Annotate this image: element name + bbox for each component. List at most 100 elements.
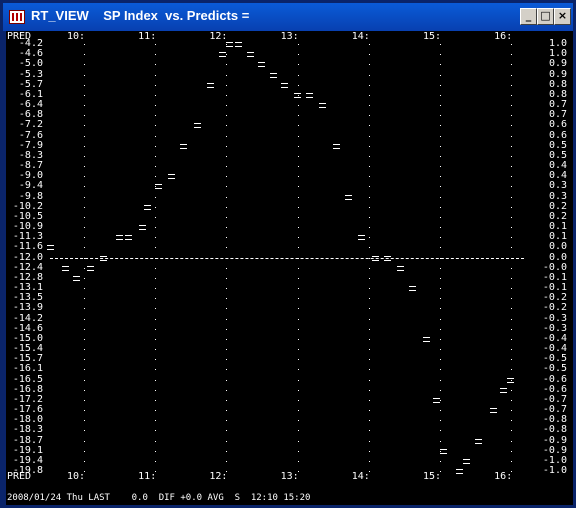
grid-dot [511, 217, 513, 218]
grid-dot [84, 54, 85, 55]
x-bottom-tick-label: 14: [351, 471, 370, 482]
grid-dot [155, 268, 157, 269]
grid-dot [440, 268, 441, 269]
grid-dot [297, 115, 299, 116]
grid-dot [368, 227, 370, 228]
grid-dot [84, 95, 85, 96]
grid-dot [368, 247, 370, 248]
grid-dot [368, 288, 370, 289]
grid-dot [297, 390, 299, 391]
grid-dot [440, 75, 441, 76]
grid-dot [84, 166, 85, 167]
grid-dot [155, 380, 157, 381]
grid-dot [297, 247, 299, 248]
data-point-marker [384, 256, 391, 261]
grid-dot [155, 441, 157, 442]
grid-dot [511, 400, 513, 401]
y-right-tick-label: -0.8 [542, 424, 567, 436]
grid-dot [226, 359, 228, 360]
grid-dot [226, 349, 228, 350]
grid-dot [84, 298, 85, 299]
data-point-marker [116, 235, 123, 240]
grid-dot [84, 319, 85, 320]
grid-dot [440, 186, 441, 187]
grid-dot [297, 268, 299, 269]
grid-dot [155, 461, 157, 462]
grid-dot [226, 410, 228, 411]
grid-dot [511, 329, 513, 330]
grid-dot [440, 461, 441, 462]
grid-dot [440, 197, 441, 198]
grid-dot [511, 258, 513, 259]
status-bar: 2008/01/24 Thu LAST 0.0 DIF +0.0 AVG S 1… [7, 493, 311, 503]
grid-dot [440, 339, 441, 340]
y-left-tick-label: -11.6 [12, 241, 43, 253]
app-chart-icon[interactable] [9, 10, 25, 24]
grid-dot [511, 247, 513, 248]
grid-dot [440, 308, 441, 309]
grid-dot [155, 95, 157, 96]
y-right-tick-label: -1.0 [542, 465, 567, 477]
grid-dot [226, 54, 228, 55]
grid-dot [511, 349, 513, 350]
grid-dot [226, 288, 228, 289]
grid-dot [368, 258, 370, 259]
grid-dot [155, 451, 157, 452]
grid-dot [84, 329, 85, 330]
grid-dot [511, 471, 513, 472]
grid-dot [368, 339, 370, 340]
data-point-marker [397, 266, 404, 271]
grid-dot [226, 156, 228, 157]
x-top-tick-label: 10: [66, 31, 86, 42]
grid-dot [226, 430, 228, 431]
data-point-marker [235, 42, 242, 47]
y-left-tick-label: -19.8 [12, 465, 43, 477]
title-bar[interactable]: RT_VIEW SP Index vs. Predicts = _ □ × [3, 3, 573, 31]
grid-dot [155, 359, 157, 360]
grid-dot [297, 298, 299, 299]
grid-dot [297, 380, 299, 381]
grid-dot [84, 278, 85, 279]
x-top-tick-label: 14: [351, 31, 370, 42]
x-bottom-tick-label: 16: [494, 471, 513, 482]
grid-dot [84, 227, 85, 228]
grid-dot [368, 420, 370, 421]
grid-dot [511, 308, 513, 309]
grid-dot [297, 410, 299, 411]
grid-dot [440, 410, 441, 411]
grid-dot [297, 166, 299, 167]
grid-dot [84, 308, 85, 309]
close-button[interactable]: × [554, 8, 571, 25]
grid-dot [84, 44, 85, 45]
grid-dot [511, 64, 513, 65]
grid-dot [84, 146, 85, 147]
y-left-tick-label: -7.2 [18, 119, 43, 131]
grid-dot [368, 186, 370, 187]
y-left-tick-label: -9.4 [18, 180, 43, 192]
grid-dot [155, 44, 157, 45]
maximize-button[interactable]: □ [537, 8, 554, 25]
grid-dot [226, 451, 228, 452]
grid-dot [226, 166, 228, 167]
grid-dot [226, 64, 228, 65]
grid-dot [226, 136, 228, 137]
grid-dot [226, 461, 228, 462]
data-point-marker [500, 388, 507, 393]
grid-dot [226, 319, 228, 320]
grid-dot [368, 156, 370, 157]
grid-dot [84, 268, 85, 269]
data-point-marker [319, 103, 326, 108]
grid-dot [368, 105, 370, 106]
grid-dot [226, 471, 228, 472]
grid-dot [440, 400, 441, 401]
x-top-tick-label: 11: [138, 31, 157, 42]
data-point-marker [345, 195, 352, 200]
grid-dot [226, 369, 228, 370]
grid-dot [368, 207, 370, 208]
data-point-marker [440, 449, 447, 454]
grid-dot [226, 247, 228, 248]
x-bottom-tick-label: 11: [138, 471, 157, 482]
grid-dot [297, 237, 299, 238]
grid-dot [511, 85, 513, 86]
minimize-button[interactable]: _ [520, 8, 537, 25]
